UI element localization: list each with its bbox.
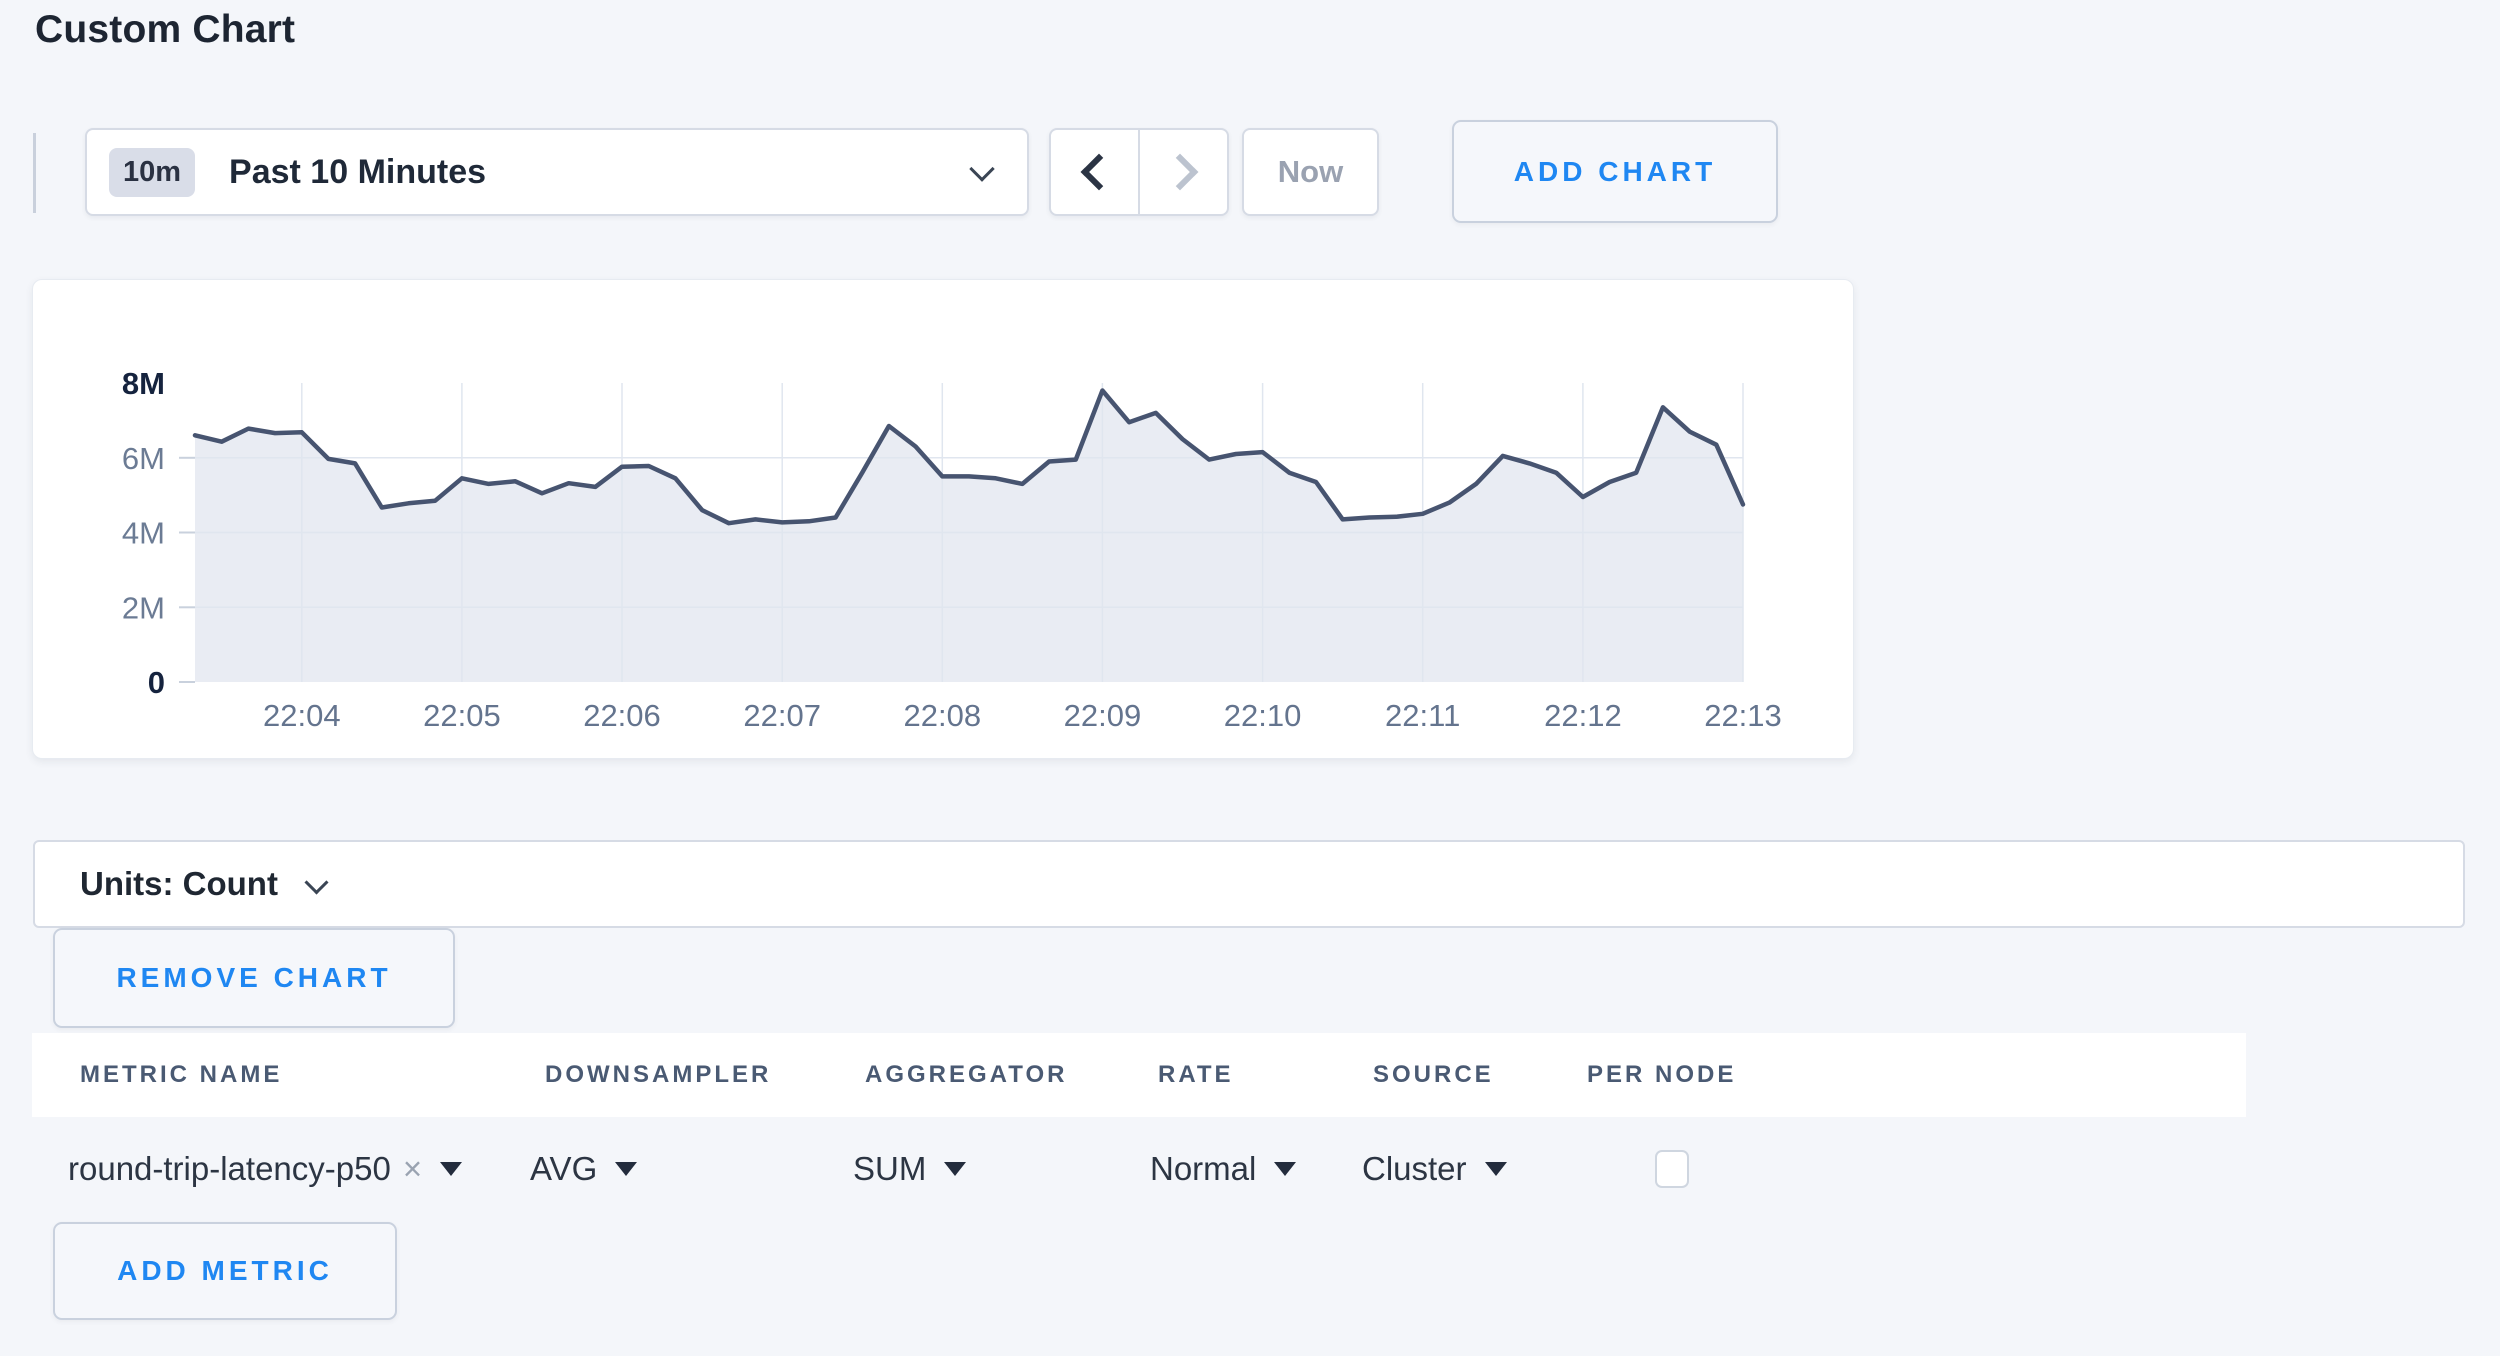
chart-card: 22:04 22:05 22:06 22:07 22:08 22:09 22:10 22:11…	[32, 279, 1854, 759]
time-prev-button[interactable]	[1051, 130, 1138, 214]
triangle-down-icon	[615, 1162, 637, 1176]
svg-text:6M: 6M	[122, 441, 165, 476]
metric-name-value: round-trip-latency-p50	[68, 1150, 391, 1188]
source-dropdown[interactable]: Cluster	[1362, 1150, 1507, 1188]
remove-chart-button[interactable]: REMOVE CHART	[53, 928, 455, 1028]
metrics-table-header: METRIC NAME DOWNSAMPLER AGGREGATOR RATE …	[32, 1033, 2246, 1117]
svg-text:2M: 2M	[122, 590, 165, 625]
svg-text:22:08: 22:08	[904, 698, 982, 733]
header-downsampler: DOWNSAMPLER	[545, 1061, 771, 1089]
add-metric-button[interactable]: ADD METRIC	[53, 1222, 397, 1320]
svg-text:22:11: 22:11	[1385, 698, 1460, 733]
triangle-down-icon	[1485, 1162, 1507, 1176]
triangle-down-icon	[440, 1162, 462, 1176]
svg-text:22:09: 22:09	[1064, 698, 1142, 733]
svg-text:22:10: 22:10	[1224, 698, 1302, 733]
per-node-checkbox[interactable]	[1655, 1150, 1689, 1188]
svg-text:22:05: 22:05	[423, 698, 501, 733]
custom-chart-page: Custom Chart 10m Past 10 Minutes Now ADD…	[0, 0, 2500, 1356]
chevron-right-icon	[1161, 154, 1198, 191]
downsampler-value: AVG	[530, 1150, 597, 1188]
time-range-label: Past 10 Minutes	[229, 153, 486, 192]
rate-dropdown[interactable]: Normal	[1150, 1150, 1296, 1188]
svg-text:22:06: 22:06	[583, 698, 661, 733]
svg-text:0: 0	[148, 665, 165, 700]
chevron-down-icon	[969, 156, 994, 181]
svg-text:22:13: 22:13	[1704, 698, 1782, 733]
triangle-down-icon	[944, 1162, 966, 1176]
remove-metric-x-icon[interactable]: ×	[403, 1150, 422, 1188]
svg-text:8M: 8M	[122, 366, 165, 401]
time-nav-group	[1049, 128, 1229, 216]
svg-text:4M: 4M	[122, 516, 165, 551]
page-title: Custom Chart	[35, 8, 295, 52]
time-range-dropdown[interactable]: 10m Past 10 Minutes	[85, 128, 1029, 216]
aggregator-value: SUM	[853, 1150, 926, 1188]
downsampler-dropdown[interactable]: AVG	[530, 1150, 637, 1188]
aggregator-dropdown[interactable]: SUM	[853, 1150, 966, 1188]
toolbar-divider	[33, 133, 36, 213]
timeseries-area-chart: 22:04 22:05 22:06 22:07 22:08 22:09 22:10 22:11…	[33, 280, 1853, 758]
units-label: Units: Count	[80, 865, 278, 903]
header-rate: RATE	[1158, 1061, 1234, 1089]
rate-value: Normal	[1150, 1150, 1256, 1188]
metric-name-dropdown[interactable]: round-trip-latency-p50 ×	[68, 1150, 462, 1188]
header-per-node: PER NODE	[1587, 1061, 1736, 1089]
units-dropdown[interactable]: Units: Count	[33, 840, 2465, 928]
add-chart-button[interactable]: ADD CHART	[1452, 120, 1778, 223]
metric-table-row: round-trip-latency-p50 × AVG SUM Normal …	[0, 1117, 2500, 1221]
time-next-button[interactable]	[1138, 130, 1227, 214]
triangle-down-icon	[1274, 1162, 1296, 1176]
chevron-left-icon	[1080, 154, 1117, 191]
header-aggregator: AGGREGATOR	[865, 1061, 1067, 1089]
header-metric-name: METRIC NAME	[80, 1061, 282, 1089]
chevron-down-icon	[304, 870, 328, 894]
source-value: Cluster	[1362, 1150, 1467, 1188]
now-button[interactable]: Now	[1242, 128, 1379, 216]
svg-text:22:12: 22:12	[1544, 698, 1622, 733]
svg-text:22:07: 22:07	[743, 698, 821, 733]
svg-text:22:04: 22:04	[263, 698, 341, 733]
time-range-badge: 10m	[109, 148, 195, 197]
header-source: SOURCE	[1373, 1061, 1494, 1089]
